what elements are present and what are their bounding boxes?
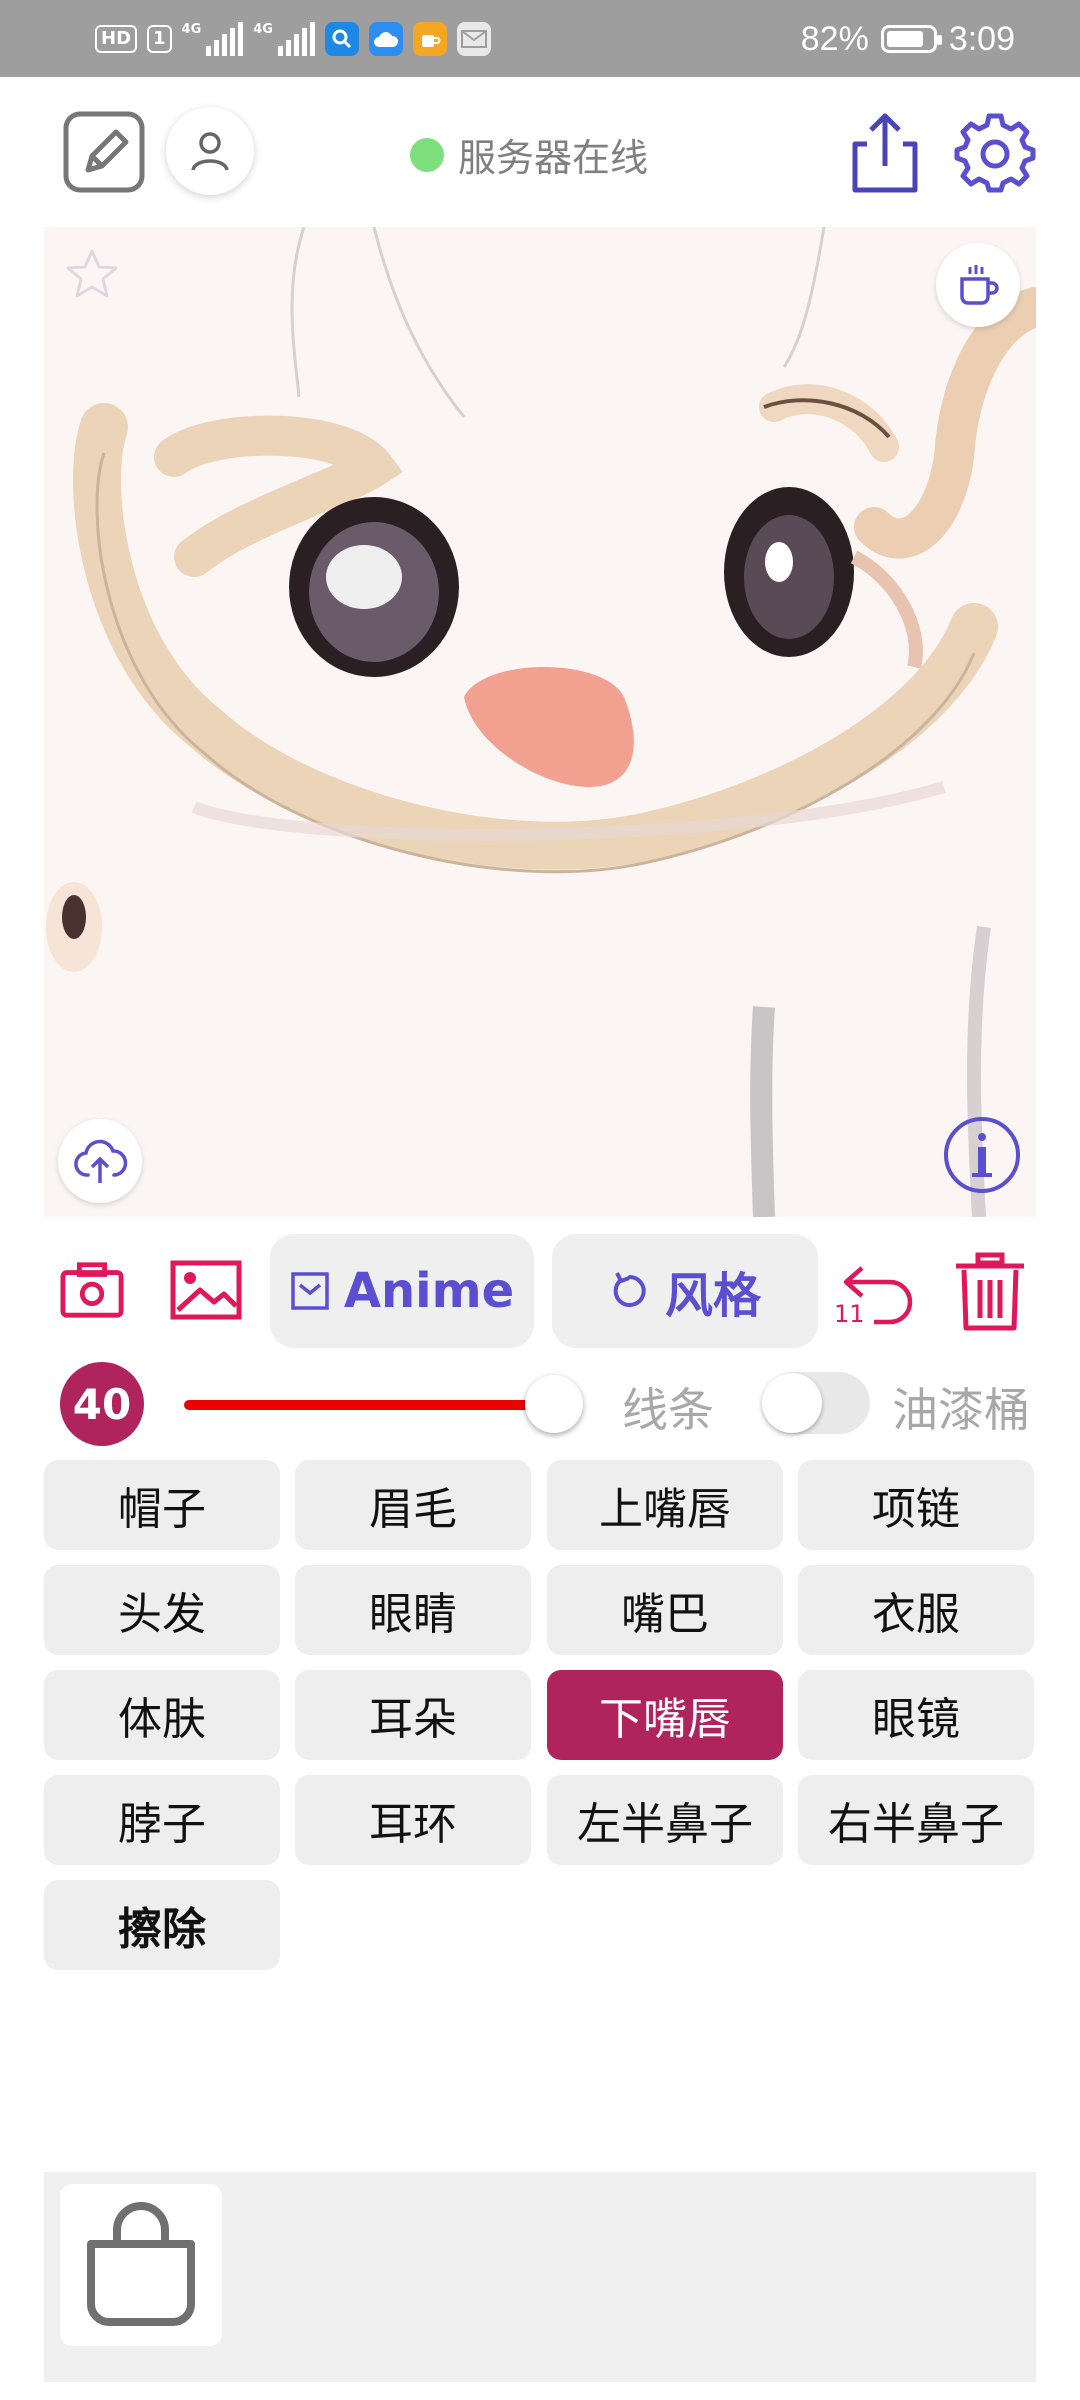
favorite-button[interactable] <box>50 233 134 317</box>
shopping-bag-icon <box>87 2202 195 2326</box>
region-tag[interactable]: 耳朵 <box>295 1670 531 1760</box>
battery-icon <box>880 25 942 53</box>
action-toolbar: Anime 风格 11 <box>44 1230 1036 1350</box>
region-tag[interactable]: 帽子 <box>44 1460 280 1550</box>
region-tag[interactable]: 下嘴唇 <box>547 1670 783 1760</box>
search-app-icon <box>324 22 359 56</box>
server-status-dot <box>410 137 444 172</box>
style-label: 风格 <box>664 1268 761 1324</box>
image-icon <box>170 1260 242 1320</box>
mail-app-icon <box>456 22 491 56</box>
bag-button[interactable] <box>60 2184 222 2346</box>
undo-count: 11 <box>834 1300 865 1328</box>
gallery-button[interactable] <box>170 1258 242 1322</box>
top-bar: 服务器在线 <box>0 77 1080 227</box>
hd-badge: HD <box>95 25 138 53</box>
mode-label: Anime <box>343 1263 515 1319</box>
region-tag[interactable]: 衣服 <box>798 1565 1034 1655</box>
generated-image <box>44 227 1036 1217</box>
camera-icon <box>60 1262 124 1318</box>
bottom-panel <box>44 2172 1036 2382</box>
region-tag[interactable]: 眼睛 <box>295 1565 531 1655</box>
brush-size-badge: 40 <box>60 1362 144 1446</box>
signal-label: 4G <box>181 22 202 37</box>
region-tag[interactable]: 左半鼻子 <box>547 1775 783 1865</box>
info-icon <box>944 1117 1020 1193</box>
paint-bucket-label: 油漆桶 <box>892 1383 1030 1437</box>
region-tag[interactable]: 右半鼻子 <box>798 1775 1034 1865</box>
edit-icon <box>63 111 145 193</box>
sim-badge: 1 <box>147 25 172 53</box>
region-tag[interactable]: 耳环 <box>295 1775 531 1865</box>
slider-thumb[interactable] <box>525 1375 583 1433</box>
signal-label: 4G <box>253 22 273 37</box>
status-bar: HD 1 4G 4G 82% 3:09 <box>0 0 1080 77</box>
region-tag[interactable]: 项链 <box>798 1460 1034 1550</box>
refresh-icon <box>613 1272 646 1307</box>
share-button[interactable] <box>845 109 925 197</box>
drawing-canvas[interactable] <box>44 227 1036 1217</box>
server-status-label: 服务器在线 <box>458 136 649 180</box>
cloud-upload-icon <box>74 1139 128 1183</box>
region-tag[interactable]: 上嘴唇 <box>547 1460 783 1550</box>
paint-bucket-toggle[interactable] <box>762 1372 870 1434</box>
undo-button[interactable]: 11 <box>834 1248 924 1338</box>
region-tag[interactable]: 嘴巴 <box>547 1565 783 1655</box>
region-tag[interactable]: 头发 <box>44 1565 280 1655</box>
mail-icon <box>291 1272 329 1310</box>
battery-percent: 82% <box>800 19 869 58</box>
gear-icon <box>954 113 1036 193</box>
share-icon <box>852 113 918 193</box>
edit-button[interactable] <box>62 110 146 194</box>
region-tag[interactable]: 擦除 <box>44 1880 280 1970</box>
cloud-app-icon <box>368 22 403 56</box>
mode-selector[interactable]: Anime <box>270 1234 534 1348</box>
cup-app-icon <box>412 22 447 56</box>
tea-button[interactable] <box>936 243 1020 327</box>
settings-button[interactable] <box>950 107 1040 197</box>
region-tag[interactable]: 眉毛 <box>295 1460 531 1550</box>
region-tag[interactable]: 脖子 <box>44 1775 280 1865</box>
server-status: 服务器在线 <box>410 127 648 182</box>
region-tag[interactable]: 眼镜 <box>798 1670 1034 1760</box>
info-button[interactable] <box>940 1113 1024 1197</box>
brush-controls: 40 线条 油漆桶 <box>44 1360 1036 1446</box>
user-button[interactable] <box>166 107 254 195</box>
cup-icon <box>960 265 999 305</box>
signal-icon: 4G <box>182 22 244 56</box>
trash-icon <box>956 1252 1024 1331</box>
line-label: 线条 <box>622 1383 714 1437</box>
brush-size-slider[interactable] <box>184 1400 564 1410</box>
style-button[interactable]: 风格 <box>552 1234 818 1348</box>
delete-button[interactable] <box>950 1250 1030 1334</box>
region-tag[interactable]: 体肤 <box>44 1670 280 1760</box>
camera-button[interactable] <box>60 1258 124 1322</box>
upload-button[interactable] <box>58 1119 142 1203</box>
clock: 3:09 <box>948 19 1015 58</box>
star-icon <box>66 249 118 298</box>
user-icon <box>191 132 229 171</box>
signal-icon: 4G <box>253 22 315 56</box>
